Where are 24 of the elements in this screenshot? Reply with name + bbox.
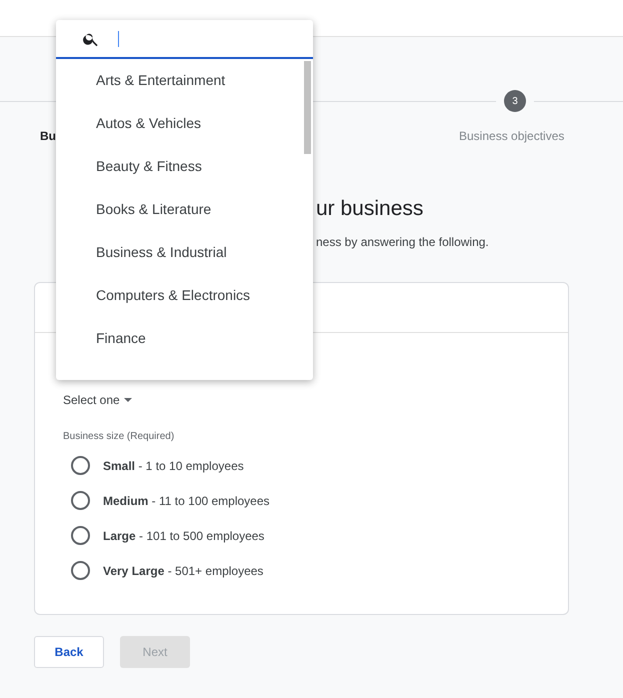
page-subheading: ness by answering the following. xyxy=(316,234,490,251)
radio-button[interactable] xyxy=(71,456,90,475)
industry-select[interactable]: Select one xyxy=(63,391,132,409)
step-label: Bu xyxy=(40,128,56,145)
radio-button[interactable] xyxy=(71,491,90,510)
radio-label: Large - 101 to 500 employees xyxy=(103,528,264,544)
menu-item[interactable]: Business & Industrial xyxy=(56,231,313,274)
step-number: 3 xyxy=(504,90,526,112)
back-button[interactable]: Back xyxy=(34,636,104,668)
page-heading: ur business xyxy=(316,196,424,222)
field-label: Business size (Required) xyxy=(63,430,174,444)
menu-item[interactable]: Arts & Entertainment xyxy=(56,59,313,102)
caret-icon xyxy=(124,398,132,402)
menu-item[interactable]: Beauty & Fitness xyxy=(56,145,313,188)
radio-label: Very Large - 501+ employees xyxy=(103,562,264,580)
radio-button[interactable] xyxy=(71,526,90,545)
radio-label: Small - 1 to 10 employees xyxy=(103,458,244,474)
radio-label: Medium - 11 to 100 employees xyxy=(103,492,270,510)
menu-item[interactable]: Computers & Electronics xyxy=(56,274,313,317)
radio-button[interactable] xyxy=(71,561,90,580)
menu-item[interactable]: Finance xyxy=(56,317,313,360)
step-label: Business objectives xyxy=(459,128,564,145)
menu-item[interactable]: Autos & Vehicles xyxy=(56,102,313,145)
menu-item[interactable]: Books & Literature xyxy=(56,188,313,231)
